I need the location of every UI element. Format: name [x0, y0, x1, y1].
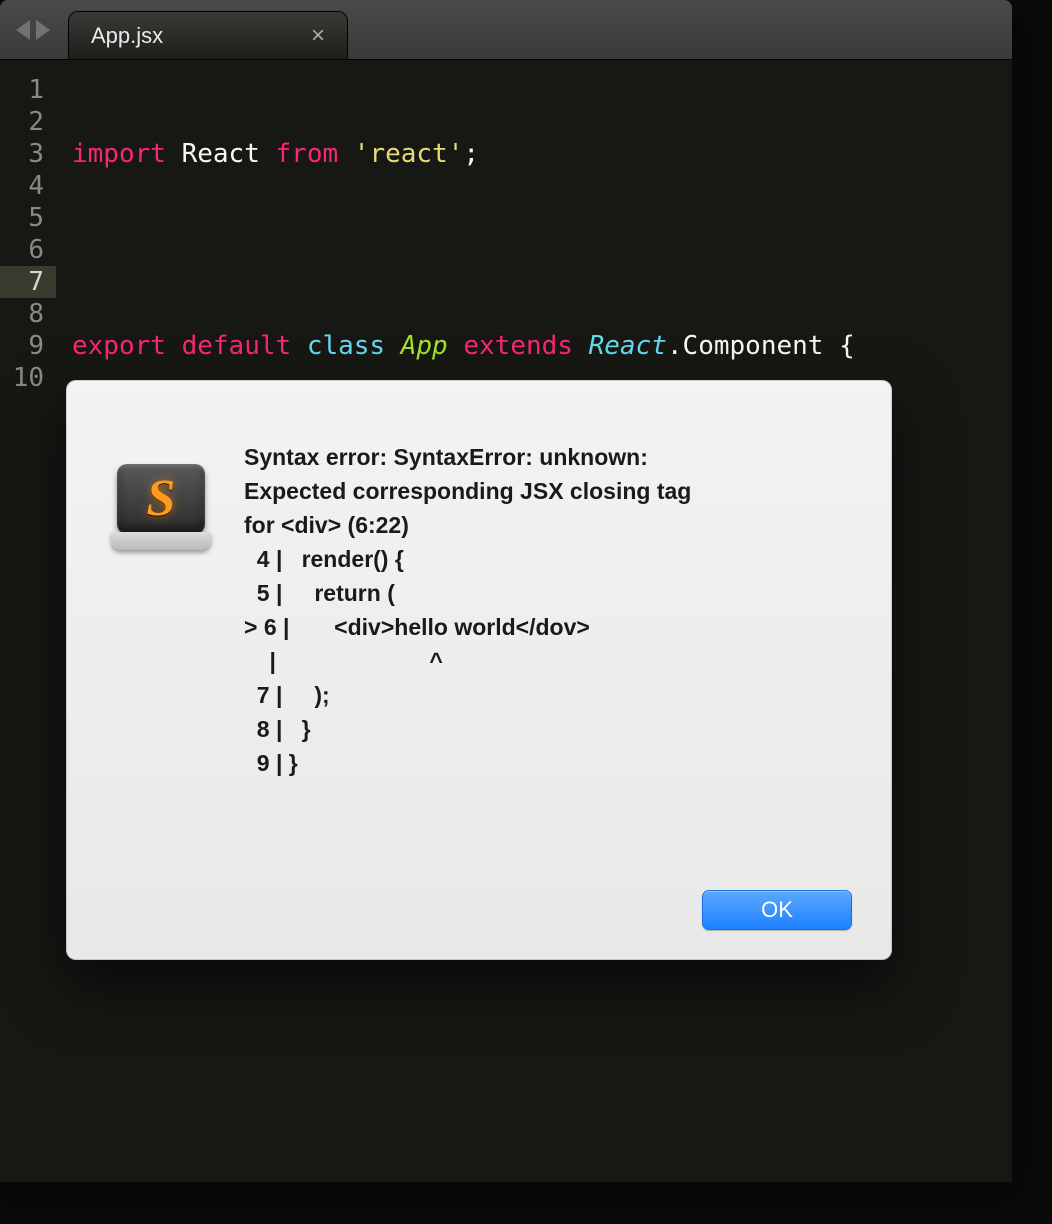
code-line: [72, 234, 1012, 266]
error-message: Syntax error: SyntaxError: unknown:Expec…: [244, 440, 852, 780]
line-gutter: 1 2 3 4 5 6 7 8 9 10: [0, 60, 56, 1182]
tab-bar: App.jsx ×: [0, 0, 1012, 60]
dialog-button-row: OK: [106, 878, 852, 930]
line-number: 8: [0, 298, 44, 330]
line-number-active: 7: [0, 266, 56, 298]
code-line: export default class App extends React.C…: [72, 330, 1012, 362]
line-number: 4: [0, 170, 44, 202]
line-number: 9: [0, 330, 44, 362]
editor-window: App.jsx × 1 2 3 4 5 6 7 8 9 10 import Re…: [0, 0, 1012, 1182]
code-line: import React from 'react';: [72, 138, 1012, 170]
dialog-content: S Syntax error: SyntaxError: unknown:Exp…: [106, 440, 852, 780]
app-icon: S: [106, 444, 216, 554]
tab-title: App.jsx: [91, 25, 163, 47]
line-number: 2: [0, 106, 44, 138]
nav-arrows: [16, 20, 50, 40]
tab-app-jsx[interactable]: App.jsx ×: [68, 11, 348, 59]
sublime-icon: S: [147, 473, 176, 525]
line-number: 3: [0, 138, 44, 170]
nav-forward-icon[interactable]: [36, 20, 50, 40]
nav-back-icon[interactable]: [16, 20, 30, 40]
code-line: [72, 1002, 1012, 1034]
line-number: 6: [0, 234, 44, 266]
line-number: 1: [0, 74, 44, 106]
error-dialog: S Syntax error: SyntaxError: unknown:Exp…: [66, 380, 892, 960]
line-number: 5: [0, 202, 44, 234]
line-number: 10: [0, 362, 44, 394]
close-icon[interactable]: ×: [311, 24, 325, 48]
ok-button[interactable]: OK: [702, 890, 852, 930]
